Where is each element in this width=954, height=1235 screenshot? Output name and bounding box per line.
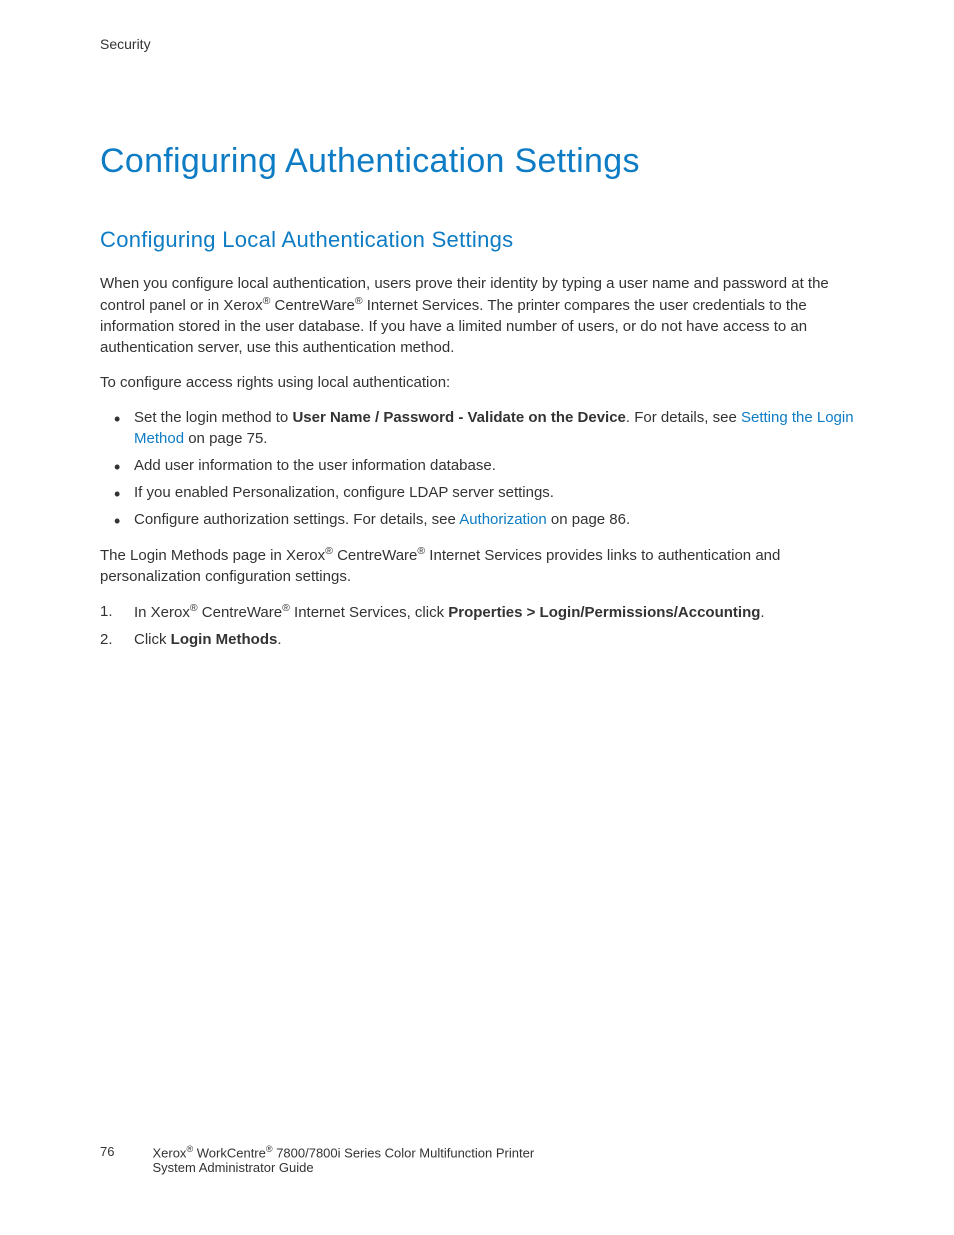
footer-text: Xerox® WorkCentre® 7800/7800i Series Col… (152, 1144, 534, 1175)
header-section-label: Security (100, 36, 854, 52)
numbered-list: 1. In Xerox® CentreWare® Internet Servic… (100, 601, 854, 650)
document-page: Security Configuring Authentication Sett… (0, 0, 954, 1235)
login-methods-paragraph: The Login Methods page in Xerox® CentreW… (100, 544, 854, 587)
intro-paragraph: When you configure local authentication,… (100, 273, 854, 358)
section-heading: Configuring Local Authentication Setting… (100, 227, 854, 253)
list-item: Add user information to the user informa… (100, 455, 854, 476)
page-number: 76 (100, 1144, 114, 1159)
instruction-paragraph: To configure access rights using local a… (100, 372, 854, 393)
list-item: 1. In Xerox® CentreWare® Internet Servic… (100, 601, 854, 623)
page-footer: 76 Xerox® WorkCentre® 7800/7800i Series … (100, 1144, 854, 1175)
list-item: 2. Click Login Methods. (100, 629, 854, 650)
list-item: Configure authorization settings. For de… (100, 509, 854, 530)
link-authorization[interactable]: Authorization (459, 511, 547, 528)
page-title: Configuring Authentication Settings (100, 142, 854, 181)
list-item: Set the login method to User Name / Pass… (100, 407, 854, 449)
bullet-list: Set the login method to User Name / Pass… (100, 407, 854, 530)
list-item: If you enabled Personalization, configur… (100, 482, 854, 503)
